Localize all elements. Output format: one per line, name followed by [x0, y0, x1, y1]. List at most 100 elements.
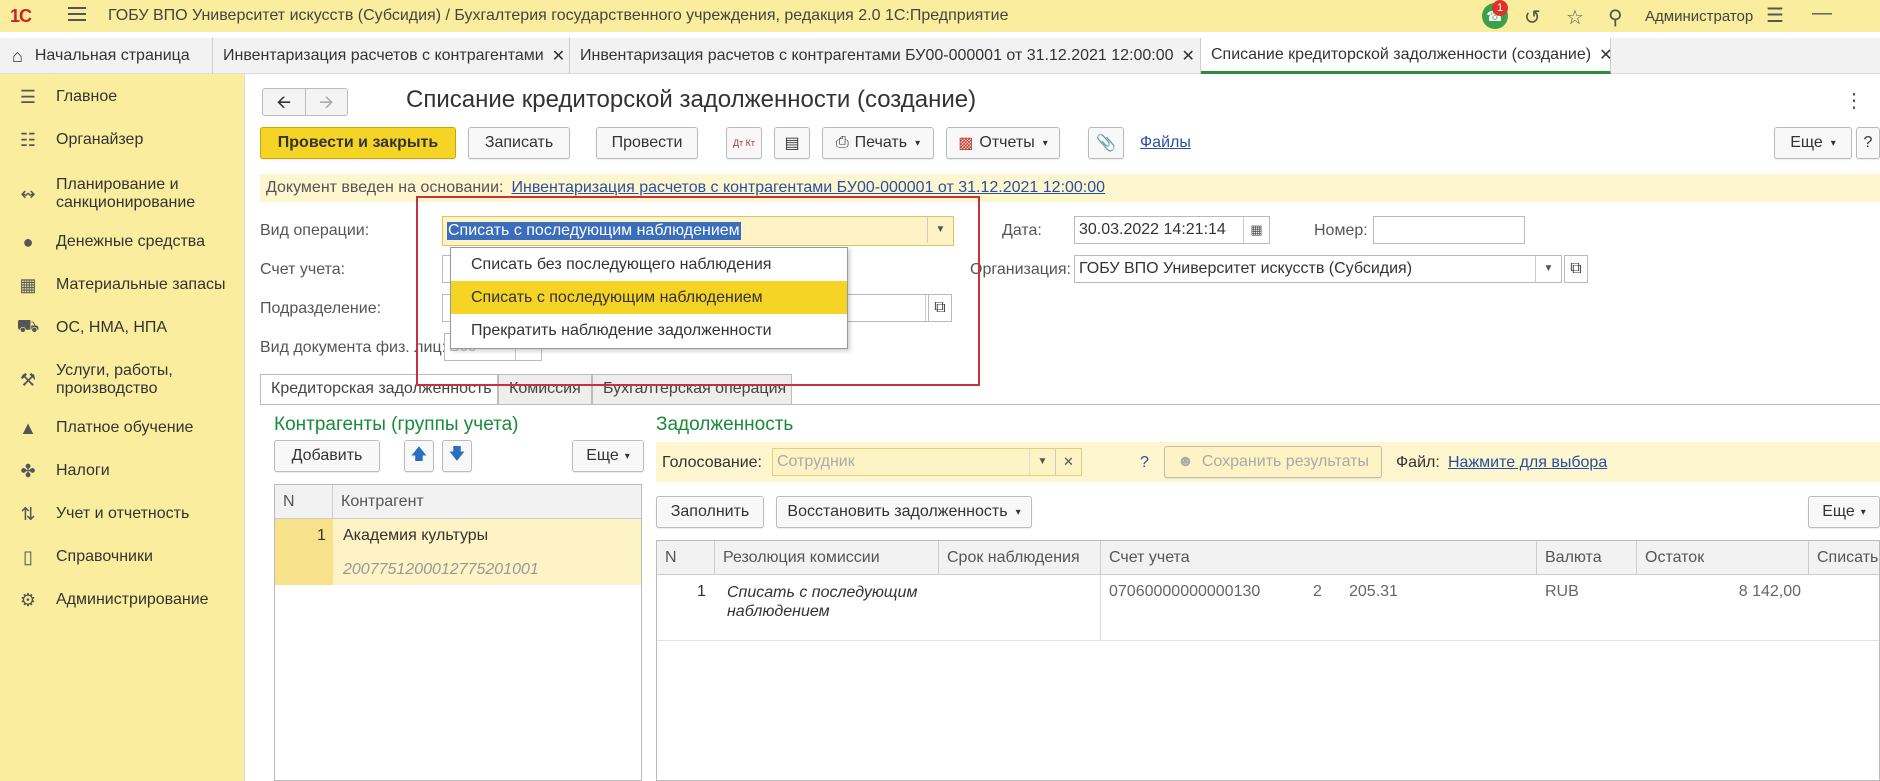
move-up-icon[interactable]: 🡅 — [404, 440, 434, 472]
files-link[interactable]: Файлы — [1140, 134, 1191, 152]
sidebar-item-planning[interactable]: ↭ Планирование и санкционирование — [0, 174, 245, 214]
notification-count-badge: 1 — [1492, 0, 1508, 16]
date-field[interactable]: 30.03.2022 14:21:14 ▦ — [1074, 216, 1270, 244]
open-organization-icon[interactable]: ⧉ — [1564, 255, 1588, 283]
app-title: ГОБУ ВПО Университет искусств (Субсидия)… — [108, 7, 1009, 24]
operation-type-select[interactable]: Списать с последующим наблюдением ▼ — [442, 216, 954, 246]
window-tabs: ⌂ Начальная страница Инвентаризация расч… — [0, 38, 1880, 74]
sidebar-item-organizer[interactable]: ☷ Органайзер — [0, 129, 245, 151]
sidebar-item-references[interactable]: ▯ Справочники — [0, 546, 245, 568]
dropdown-option[interactable]: Списать без последующего наблюдения — [451, 248, 847, 281]
balance-cell: 8 142,00 — [1738, 583, 1801, 600]
fill-button[interactable]: Заполнить — [656, 496, 764, 528]
doc-type-label: Вид документа физ. лиц: — [260, 339, 447, 356]
table-row[interactable]: 1 Списать с последующим наблюдением 0706… — [657, 575, 1879, 641]
forward-arrow-icon[interactable]: 🡪 — [306, 89, 348, 115]
history-icon[interactable]: ↺ — [1524, 5, 1541, 30]
tab-accounting-operation[interactable]: Бухгалтерская операция — [592, 374, 792, 404]
tab-creditor-debt[interactable]: Кредиторская задолженность — [260, 374, 498, 404]
close-icon[interactable]: ✕ — [552, 46, 565, 66]
voting-employee-field[interactable]: Сотрудник ▼ ✕ — [772, 448, 1082, 476]
restore-debt-button[interactable]: Восстановить задолженность ▾ — [776, 496, 1032, 528]
tab-writeoff[interactable]: Списание кредиторской задолженности (соз… — [1201, 38, 1612, 74]
add-counterparty-button[interactable]: Добавить — [274, 440, 380, 472]
date-label: Дата: — [1002, 222, 1042, 239]
sidebar-item-assets[interactable]: ⛟ ОС, НМА, НПА — [0, 316, 245, 339]
paperclip-icon: 📎 — [1096, 135, 1116, 152]
column-header[interactable]: Остаток — [1637, 541, 1809, 575]
sidebar-item-inventory[interactable]: ▦ Материальные запасы — [0, 274, 245, 296]
column-header[interactable]: Валюта — [1537, 541, 1637, 575]
sidebar-item-education[interactable]: ▲ Платное обучение — [0, 417, 245, 439]
sidebar-item-services[interactable]: ⚒ Услуги, работы, производство — [0, 360, 245, 400]
post-and-close-button[interactable]: Провести и закрыть — [260, 127, 456, 159]
back-arrow-icon[interactable]: 🡨 — [263, 89, 306, 115]
sidebar-item-main[interactable]: ☰ Главное — [0, 86, 245, 108]
organization-label: Организация: — [970, 261, 1071, 278]
chevron-down-icon[interactable]: ▼ — [1029, 449, 1055, 475]
row-number: 1 — [317, 527, 326, 544]
close-icon[interactable]: ✕ — [1599, 45, 1612, 65]
tab-inventory[interactable]: Инвентаризация расчетов с контрагентами … — [213, 38, 570, 74]
main-menu-icon[interactable] — [68, 7, 86, 23]
help-button[interactable]: ? — [1856, 127, 1880, 159]
help-question[interactable]: ? — [1140, 454, 1149, 472]
column-header[interactable]: N — [657, 541, 715, 575]
clear-icon[interactable]: ✕ — [1055, 449, 1081, 475]
dtkt-button[interactable]: Дт Кт — [726, 127, 762, 159]
grid-icon: ▦ — [19, 274, 37, 295]
chevron-down-icon: ▾ — [624, 450, 630, 462]
basis-link[interactable]: Инвентаризация расчетов с контрагентами … — [512, 179, 1106, 197]
sidebar-item-admin[interactable]: ⚙ Администрирование — [0, 589, 245, 611]
chevron-down-icon[interactable]: ▼ — [1535, 256, 1561, 282]
move-down-icon[interactable]: 🡇 — [442, 440, 472, 472]
open-department-icon[interactable]: ⧉ — [928, 294, 952, 322]
column-header[interactable]: Контрагент — [333, 485, 641, 519]
post-button[interactable]: Провести — [596, 127, 698, 159]
chevron-down-icon[interactable]: ▼ — [927, 217, 953, 243]
graduation-cap-icon: ▲ — [19, 417, 37, 438]
column-header[interactable]: Резолюция комиссии — [715, 541, 939, 575]
more-button[interactable]: Еще ▾ — [1774, 127, 1852, 159]
sidebar-item-taxes[interactable]: ✤ Налоги — [0, 460, 245, 482]
close-icon[interactable]: ✕ — [1182, 46, 1195, 66]
table-row[interactable]: 1 Академия культуры 20077512000127752010… — [275, 519, 641, 585]
counterparties-more-button[interactable]: Еще ▾ — [572, 440, 644, 472]
tab-inventory-doc[interactable]: Инвентаризация расчетов с контрагентами … — [570, 38, 1201, 74]
dropdown-option[interactable]: Прекратить наблюдение задолженности — [451, 314, 847, 347]
user-name[interactable]: Администратор — [1645, 8, 1753, 25]
counterparties-table: N Контрагент 1 Академия культуры 2007751… — [274, 484, 642, 781]
reports-button[interactable]: ▩ Отчеты ▾ — [946, 127, 1060, 159]
number-field[interactable] — [1373, 216, 1525, 244]
select-file-link[interactable]: Нажмите для выбора — [1448, 454, 1607, 472]
minimize-icon[interactable]: — — [1812, 2, 1832, 25]
save-button[interactable]: Записать — [468, 127, 570, 159]
coat-of-arms-icon: ✤ — [20, 460, 36, 481]
calendar-icon[interactable]: ▦ — [1243, 217, 1269, 243]
column-header[interactable]: N — [275, 485, 333, 519]
column-header[interactable]: Срок наблюдения — [939, 541, 1101, 575]
favorites-star-icon[interactable]: ☆ — [1566, 5, 1584, 30]
chevron-down-icon: ▾ — [915, 137, 921, 149]
tab-commission[interactable]: Комиссия — [498, 374, 592, 404]
journal-button[interactable]: ▤ — [774, 127, 810, 159]
organization-field[interactable]: ГОБУ ВПО Университет искусств (Субсидия)… — [1074, 255, 1562, 283]
sidebar-item-money[interactable]: ● Денежные средства — [0, 231, 245, 253]
column-header[interactable]: Списать — [1809, 541, 1880, 575]
print-button[interactable]: ⎙ Печать ▾ — [822, 127, 934, 159]
tab-label: Инвентаризация расчетов с контрагентами … — [580, 47, 1174, 64]
debt-more-button[interactable]: Еще ▾ — [1808, 496, 1880, 528]
gear-icon: ⚙ — [19, 589, 37, 610]
basis-label: Документ введен на основании: — [266, 179, 504, 196]
column-header[interactable]: Счет учета — [1101, 541, 1537, 575]
sidebar-item-accounting[interactable]: ⇅ Учет и отчетность — [0, 503, 245, 525]
tab-home[interactable]: ⌂ Начальная страница — [0, 38, 213, 74]
save-results-button[interactable]: ☻ Сохранить результаты — [1164, 446, 1382, 478]
attach-button[interactable]: 📎 — [1088, 127, 1124, 159]
search-icon[interactable]: ⚲ — [1608, 5, 1623, 30]
menu-lines-icon: ☰ — [19, 86, 37, 107]
settings-lines-icon[interactable]: ☰ — [1766, 3, 1784, 28]
dropdown-option-selected[interactable]: Списать с последующим наблюдением — [451, 281, 847, 314]
more-vertical-icon[interactable]: ⋮ — [1844, 88, 1864, 113]
history-navigation: 🡨 🡪 — [262, 88, 348, 116]
